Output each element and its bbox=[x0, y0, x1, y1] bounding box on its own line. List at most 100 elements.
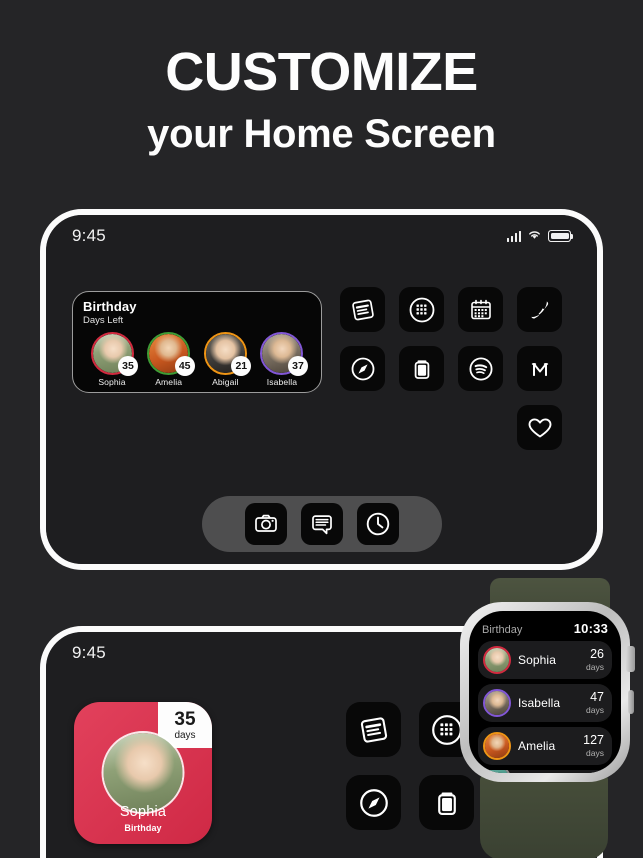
app-icon-calculator[interactable] bbox=[399, 287, 444, 332]
battery-icon bbox=[548, 230, 574, 242]
person-name: Sophia bbox=[119, 804, 167, 820]
status-icon-group bbox=[506, 227, 574, 245]
watch-list-item-partial[interactable] bbox=[478, 770, 612, 773]
sophia-birthday-widget[interactable]: 35 days Sophia Birthday bbox=[74, 702, 212, 844]
person-name: Sophia bbox=[98, 376, 126, 387]
grid-spacer bbox=[458, 405, 503, 450]
calendar-icon bbox=[470, 299, 491, 319]
calculator-icon bbox=[409, 297, 434, 322]
days-badge: 37 bbox=[287, 355, 308, 376]
days-unit: days bbox=[586, 704, 604, 715]
app-icon-spotify[interactable] bbox=[458, 346, 503, 391]
days-left: 26 days bbox=[586, 648, 604, 671]
days-unit: days bbox=[586, 661, 604, 672]
spotify-icon bbox=[468, 356, 493, 381]
widget-people-list: 35 Sophia 45 Amelia 21 Abigail 37 Isabel… bbox=[83, 331, 311, 387]
app-icon-row bbox=[340, 287, 562, 332]
watch-list-item[interactable]: Isabella 47 days bbox=[478, 684, 612, 722]
days-number: 127 bbox=[583, 733, 604, 748]
person-name: Abigail bbox=[212, 376, 239, 387]
watch-band-bottom bbox=[480, 774, 608, 858]
compass-icon bbox=[359, 788, 388, 817]
days-left: 127 days bbox=[583, 734, 604, 757]
days-number: 35 bbox=[174, 708, 196, 730]
app-icon-mail[interactable] bbox=[517, 346, 562, 391]
birthday-widget[interactable]: Birthday Days Left 35 Sophia 45 Amelia 2… bbox=[72, 291, 322, 393]
wifi-icon bbox=[527, 227, 542, 245]
dock-icon-clock[interactable] bbox=[356, 503, 399, 545]
avatar bbox=[483, 770, 511, 773]
message-bubble-icon bbox=[311, 515, 332, 535]
status-bar-top: 9:45 bbox=[46, 215, 597, 257]
person-name: Sophia bbox=[518, 653, 556, 667]
widget-person[interactable]: 21 Abigail bbox=[198, 331, 252, 387]
app-icon-battery[interactable] bbox=[399, 346, 444, 391]
dock bbox=[201, 496, 442, 552]
camera-icon bbox=[254, 514, 277, 532]
avatar-photo bbox=[103, 733, 183, 812]
app-icon-row bbox=[340, 346, 562, 391]
widget-subtitle: Birthday bbox=[124, 823, 162, 833]
person-name: Isabella bbox=[266, 376, 298, 387]
dock-icon-camera[interactable] bbox=[244, 503, 287, 545]
widget-title: Birthday bbox=[83, 299, 137, 314]
days-badge: 45 bbox=[174, 355, 195, 376]
widget-person[interactable]: 45 Amelia bbox=[142, 331, 196, 387]
battery-app-icon bbox=[414, 359, 429, 379]
app-icon-notes[interactable] bbox=[346, 702, 401, 757]
app-icon-grid bbox=[340, 287, 562, 464]
app-icon-row bbox=[340, 405, 562, 450]
widget-person[interactable]: 35 Sophia bbox=[85, 331, 139, 387]
avatar-photo bbox=[485, 691, 509, 715]
app-icon-safari[interactable] bbox=[340, 346, 385, 391]
avatar bbox=[483, 646, 511, 674]
letter-m-icon bbox=[531, 362, 548, 376]
person-name: Amelia bbox=[155, 376, 183, 387]
avatar bbox=[101, 731, 185, 814]
notes-icon bbox=[360, 716, 387, 743]
apple-watch-mockup: Birthday 10:33 Sophia 26 days Isabella 4… bbox=[452, 578, 643, 858]
app-root: CUSTOMIZE your Home Screen 9:45 Birthday… bbox=[0, 0, 643, 858]
app-icon-phone[interactable] bbox=[517, 287, 562, 332]
person-name: Amelia bbox=[518, 739, 556, 753]
compass-icon bbox=[351, 357, 374, 380]
grid-spacer bbox=[399, 405, 444, 450]
status-time: 9:45 bbox=[72, 226, 106, 245]
digital-crown[interactable] bbox=[626, 646, 635, 672]
watch-app-title: Birthday bbox=[482, 624, 523, 636]
widget-subtitle: Days Left bbox=[83, 314, 124, 326]
app-icon-notes[interactable] bbox=[340, 287, 385, 332]
avatar-photo bbox=[485, 770, 509, 773]
home-screen-top: 9:45 Birthday Days Left 35 Sophia 45 Ame… bbox=[46, 215, 597, 564]
status-time: 9:45 bbox=[72, 643, 106, 662]
days-badge: 35 bbox=[118, 355, 138, 376]
grid-spacer bbox=[340, 405, 385, 450]
watch-list-item[interactable]: Amelia 127 days bbox=[478, 727, 612, 765]
avatar-photo bbox=[485, 648, 509, 672]
person-name: Isabella bbox=[518, 696, 561, 710]
heart-icon bbox=[528, 417, 551, 437]
app-icon-safari[interactable] bbox=[346, 775, 401, 830]
days-unit: days bbox=[586, 747, 604, 758]
watch-screen: Birthday 10:33 Sophia 26 days Isabella 4… bbox=[469, 611, 621, 773]
headline-primary: CUSTOMIZE bbox=[165, 42, 478, 102]
avatar bbox=[483, 732, 511, 760]
app-icon-health[interactable] bbox=[517, 405, 562, 450]
avatar bbox=[483, 689, 511, 717]
watch-header: Birthday 10:33 bbox=[478, 621, 612, 641]
headline-block: CUSTOMIZE your Home Screen bbox=[0, 44, 643, 155]
clock-icon bbox=[366, 512, 389, 536]
cellular-signal-icon bbox=[506, 230, 521, 242]
days-badge: 21 bbox=[231, 355, 252, 376]
days-number: 47 bbox=[590, 690, 604, 705]
days-left: 47 days bbox=[586, 691, 604, 714]
phone-mockup-top: 9:45 Birthday Days Left 35 Sophia 45 Ame… bbox=[40, 209, 603, 570]
watch-list-item[interactable]: Sophia 26 days bbox=[478, 641, 612, 679]
headline-secondary: your Home Screen bbox=[147, 111, 496, 156]
watch-time: 10:33 bbox=[573, 621, 608, 636]
side-button[interactable] bbox=[627, 690, 634, 714]
days-number: 26 bbox=[590, 647, 604, 662]
widget-person[interactable]: 37 Isabella bbox=[255, 331, 309, 387]
app-icon-calendar[interactable] bbox=[458, 287, 503, 332]
dock-icon-messages[interactable] bbox=[300, 503, 343, 545]
